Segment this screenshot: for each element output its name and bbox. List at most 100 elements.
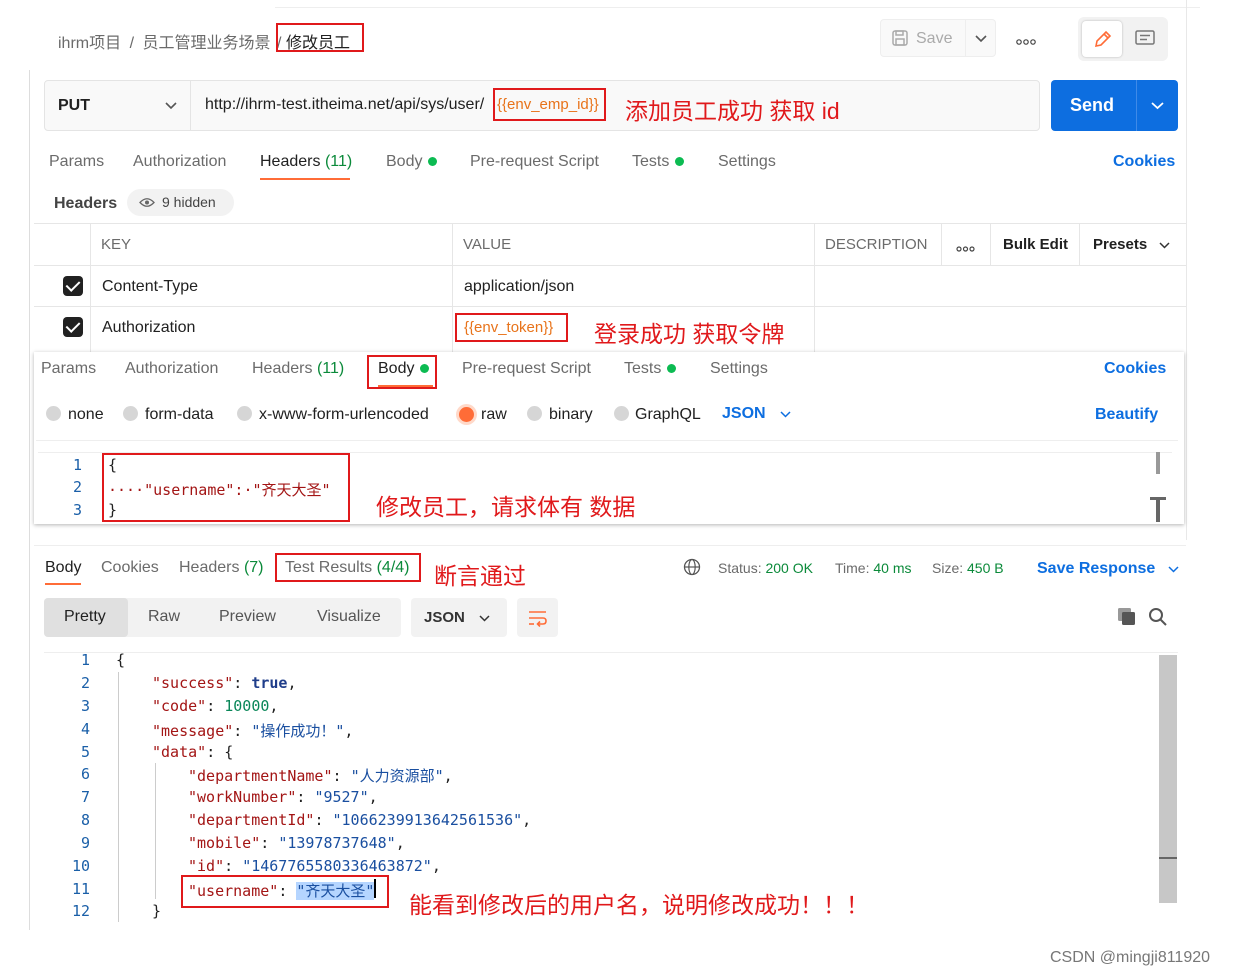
response-tab-test-results[interactable]: Test Results (4/4)	[285, 559, 410, 577]
save-response-button[interactable]: Save Response	[1037, 560, 1179, 578]
response-tab-headers[interactable]: Headers (7)	[179, 559, 264, 577]
body-mode-binary-radio[interactable]	[527, 406, 542, 421]
search-icon[interactable]	[1148, 607, 1168, 627]
editor-scrollbar[interactable]	[1156, 452, 1160, 474]
tab-tests-label: Tests	[632, 153, 670, 170]
cookies-link[interactable]: Cookies	[1104, 360, 1166, 378]
view-preview-button[interactable]: Preview	[219, 608, 276, 626]
header-value[interactable]: {{env_token}}	[464, 319, 553, 336]
method-select[interactable]: PUT	[45, 81, 191, 130]
view-pretty-button[interactable]: Pretty	[44, 598, 128, 637]
wrap-lines-button[interactable]	[517, 598, 558, 637]
json-value: "1066239913642561536"	[332, 811, 523, 829]
pencil-icon	[1094, 30, 1112, 48]
size-value: 450 B	[967, 560, 1004, 576]
body-mode-raw-radio[interactable]	[459, 407, 474, 422]
tab-pre-request-script[interactable]: Pre-request Script	[462, 360, 591, 378]
comments-button[interactable]	[1128, 21, 1164, 57]
body-mode-graphql-radio[interactable]	[614, 406, 629, 421]
line-number: 3	[72, 501, 82, 519]
active-tab-indicator	[378, 385, 433, 387]
save-label: Save	[916, 30, 953, 47]
edit-mode-button[interactable]	[1082, 21, 1122, 57]
body-format-select[interactable]: JSON	[722, 405, 791, 423]
more-options-button[interactable]	[1016, 33, 1036, 51]
headers-more-button[interactable]	[956, 240, 975, 258]
response-format-select[interactable]: JSON	[411, 598, 507, 637]
chevron-down-icon[interactable]	[1151, 102, 1164, 110]
copy-icon[interactable]	[1117, 607, 1137, 627]
tab-settings[interactable]: Settings	[710, 360, 768, 378]
chevron-down-icon	[1168, 566, 1179, 573]
body-format-label: JSON	[722, 405, 766, 422]
line-number: 10	[71, 857, 90, 875]
breadcrumb-project[interactable]: ihrm项目	[58, 35, 121, 52]
beautify-button[interactable]: Beautify	[1095, 406, 1158, 424]
line-number: 11	[71, 880, 90, 898]
annotation-result: 能看到修改后的用户名，说明修改成功！！！	[409, 892, 869, 918]
presets-button[interactable]: Presets	[1093, 236, 1170, 253]
json-line: {	[116, 651, 126, 669]
view-raw-button[interactable]: Raw	[148, 608, 180, 626]
tab-settings[interactable]: Settings	[718, 153, 776, 171]
url-variable[interactable]: {{env_emp_id}}	[497, 96, 599, 113]
header-key[interactable]: Content-Type	[102, 278, 198, 296]
save-dropdown-button[interactable]	[966, 19, 996, 57]
line-number: 7	[80, 788, 90, 806]
line-number: 8	[80, 811, 90, 829]
wrap-lines-icon	[529, 611, 547, 627]
tab-params[interactable]: Params	[49, 153, 104, 171]
save-button[interactable]: Save	[880, 19, 966, 57]
body-mode-form-data-radio[interactable]	[123, 406, 138, 421]
response-tab-body[interactable]: Body	[45, 559, 81, 577]
tab-headers[interactable]: Headers (11)	[252, 360, 344, 378]
body-mode-urlencoded-radio[interactable]	[237, 406, 252, 421]
watermark: CSDN @mingji811920	[1050, 949, 1211, 966]
request-name[interactable]: 修改员工	[286, 29, 350, 53]
tab-authorization[interactable]: Authorization	[125, 360, 218, 378]
json-line: "id": "1467765580336463872",	[188, 857, 441, 875]
globe-icon[interactable]	[683, 558, 701, 576]
status-dot	[420, 364, 430, 374]
line-number: 2	[72, 478, 82, 496]
json-value: true	[251, 674, 288, 692]
tab-tests[interactable]: Tests	[632, 153, 685, 171]
json-value: "1467765580336463872"	[242, 857, 432, 875]
response-tab-tests-label: Test Results	[285, 559, 373, 576]
view-visualize-button[interactable]: Visualize	[317, 608, 381, 626]
json-line: "success": true,	[152, 674, 297, 692]
comment-icon	[1135, 30, 1155, 45]
line-number: 1	[80, 651, 90, 669]
header-key[interactable]: Authorization	[102, 319, 195, 337]
tab-params[interactable]: Params	[41, 360, 96, 378]
status-label: Status:	[718, 560, 762, 576]
more-dots-icon	[1016, 39, 1036, 45]
column-key: KEY	[101, 236, 132, 253]
url-prefix: http://ihrm-test.itheima.net/api/sys/use…	[205, 96, 485, 113]
body-mode-label: form-data	[145, 406, 214, 423]
line-number: 2	[80, 674, 90, 692]
url-input[interactable]: http://ihrm-test.itheima.net/api/sys/use…	[205, 96, 484, 114]
body-mode-none-radio[interactable]	[46, 406, 61, 421]
header-enabled-checkbox[interactable]	[63, 276, 83, 296]
header-value[interactable]: application/json	[464, 278, 574, 296]
response-scrollbar[interactable]	[1159, 655, 1177, 903]
tab-authorization[interactable]: Authorization	[133, 153, 226, 171]
bulk-edit-button[interactable]: Bulk Edit	[1003, 236, 1068, 253]
body-mode-label: binary	[549, 406, 593, 423]
tab-tests[interactable]: Tests	[624, 360, 677, 378]
tab-body[interactable]: Body	[378, 360, 430, 378]
tab-headers[interactable]: Headers (11)	[260, 153, 352, 171]
body-mode-label: none	[68, 406, 104, 423]
hidden-headers-toggle[interactable]: 9 hidden	[127, 189, 234, 216]
tab-tests-label: Tests	[624, 360, 662, 377]
response-tab-cookies[interactable]: Cookies	[101, 559, 159, 577]
header-enabled-checkbox[interactable]	[63, 317, 83, 337]
tab-body[interactable]: Body	[386, 153, 438, 171]
send-button[interactable]: Send	[1070, 95, 1114, 116]
cookies-link[interactable]: Cookies	[1113, 153, 1175, 171]
breadcrumb-folder[interactable]: 员工管理业务场景	[142, 35, 270, 52]
line-number: 9	[80, 834, 90, 852]
json-line: }	[152, 902, 162, 920]
tab-pre-request-script[interactable]: Pre-request Script	[470, 153, 599, 171]
